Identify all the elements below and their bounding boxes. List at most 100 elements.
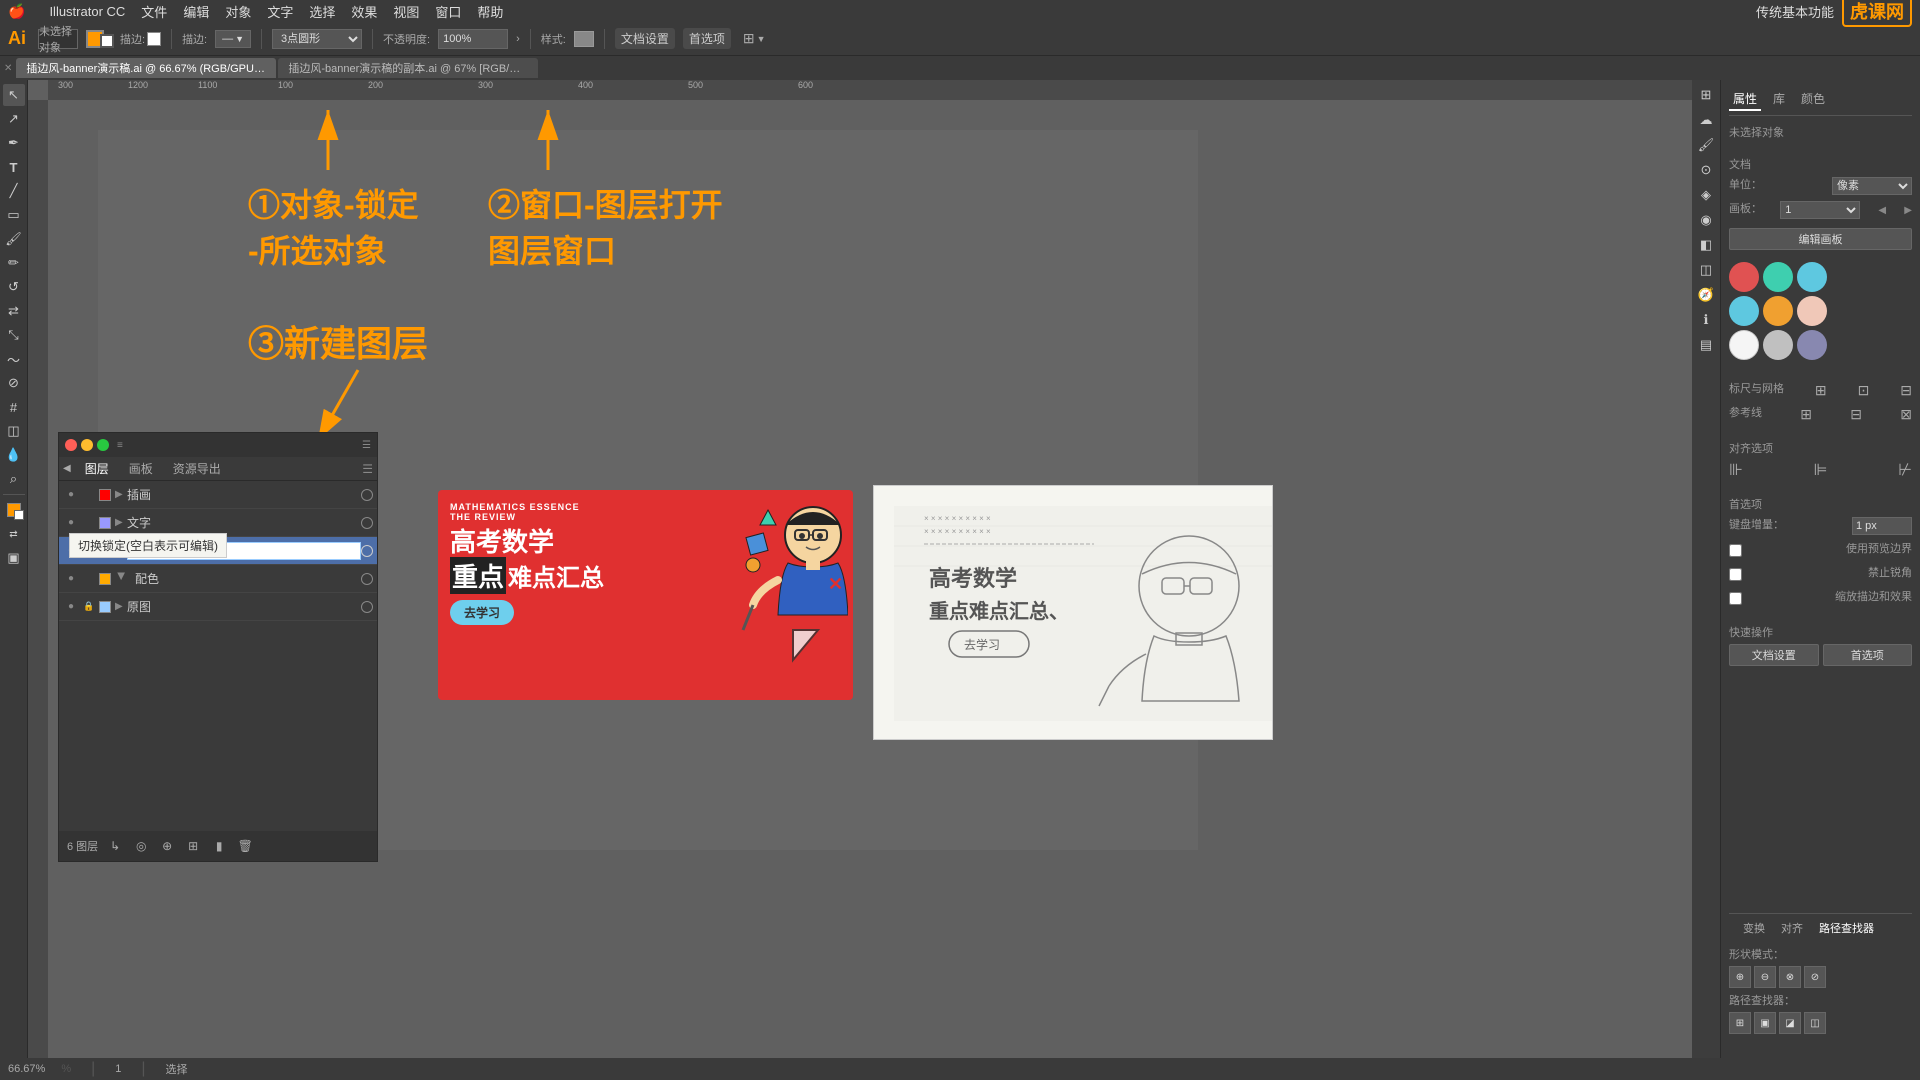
layers-new-sublayer-btn[interactable]: ⊕ [158, 837, 176, 855]
align-right-icon[interactable]: ⊬ [1898, 460, 1912, 480]
shape-mode-exclude[interactable]: ⊘ [1804, 966, 1826, 988]
menu-window[interactable]: 窗口 [435, 2, 461, 21]
gradient-panel-icon[interactable]: ◧ [1695, 234, 1717, 256]
layer-5-lock[interactable]: 🔒 [81, 599, 97, 615]
layer-3-name-input[interactable] [127, 542, 361, 560]
fill-stroke-control[interactable]: 描边: [86, 30, 161, 48]
layers-tab-export[interactable]: 资源导出 [167, 458, 227, 479]
layer-5-visibility[interactable]: ● [63, 599, 79, 615]
warp-tool[interactable]: 〜 [3, 348, 25, 370]
screen-mode-tool[interactable]: ▣ [3, 547, 25, 569]
cc-libraries-icon[interactable]: ☁ [1695, 109, 1717, 131]
menu-edit[interactable]: 编辑 [183, 2, 209, 21]
properties-tab[interactable]: 属性 [1729, 88, 1761, 111]
layer-row-4[interactable]: ● ▶ 配色 [59, 565, 377, 593]
layer-1-lock[interactable] [81, 487, 97, 503]
arrange-controls[interactable]: ⊞ ▼ [743, 30, 766, 47]
shape-selector[interactable]: 3点圆形 [272, 29, 362, 49]
swap-colors-icon[interactable]: ⇄ [3, 523, 25, 545]
pen-tool[interactable]: ✒ [3, 132, 25, 154]
layers-delete-btn[interactable]: 🗑 [236, 837, 254, 855]
layers-new-layer-btn[interactable]: ⊞ [184, 837, 202, 855]
swatch-cyan[interactable] [1729, 296, 1759, 326]
guides-remove-icon[interactable]: ⊟ [1850, 406, 1862, 423]
layers-make-clipping-btn[interactable]: ↳ [106, 837, 124, 855]
layers-menu-icon[interactable]: ☰ [362, 462, 373, 476]
swatch-red[interactable] [1729, 262, 1759, 292]
guides-add-icon[interactable]: ⊞ [1800, 406, 1812, 423]
layer-4-expand[interactable]: ▶ [116, 573, 127, 585]
apple-menu[interactable]: 🍎 [8, 3, 25, 20]
navigator-icon[interactable]: 🧭 [1695, 284, 1717, 306]
layers-tab-boards[interactable]: 画板 [123, 458, 159, 479]
layer-4-visibility[interactable]: ● [63, 571, 79, 587]
layers-toggle-icon[interactable]: ◀ [63, 463, 71, 474]
direct-selection-tool[interactable]: ↗ [3, 108, 25, 130]
pf-divide-btn[interactable]: ⊞ [1729, 1012, 1751, 1034]
layers-max-btn[interactable] [97, 439, 109, 451]
color-tab[interactable]: 颜色 [1797, 88, 1829, 111]
layers-options-icon[interactable]: ☰ [362, 440, 371, 451]
align-left-icon[interactable]: ⊪ [1729, 460, 1743, 480]
pencil-tool[interactable]: ✏ [3, 252, 25, 274]
menu-text[interactable]: 文字 [267, 2, 293, 21]
selection-tool[interactable]: ↖ [3, 84, 25, 106]
artboard-prev-icon[interactable]: ◀ [1878, 205, 1886, 216]
grid-dots-icon[interactable]: ⊡ [1858, 382, 1870, 399]
swatch-orange[interactable] [1763, 296, 1793, 326]
transform-tab[interactable]: 变换 [1737, 918, 1771, 938]
menu-effect[interactable]: 效果 [351, 2, 377, 21]
transparency-icon[interactable]: ◫ [1695, 259, 1717, 281]
scale-tool[interactable]: ⤡ [3, 324, 25, 346]
align-center-h-icon[interactable]: ⊫ [1814, 460, 1828, 480]
layer-row-1[interactable]: ● ▶ 插画 [59, 481, 377, 509]
shape-mode-intersect[interactable]: ⊗ [1779, 966, 1801, 988]
layer-row-5[interactable]: ● 🔒 ▶ 原图 [59, 593, 377, 621]
rect-tool[interactable]: ▭ [3, 204, 25, 226]
graphic-styles-icon[interactable]: ◈ [1695, 184, 1717, 206]
appear-icon[interactable]: ◉ [1695, 209, 1717, 231]
fill-color-tool[interactable] [3, 499, 25, 521]
layer-2-lock[interactable] [81, 515, 97, 531]
line-tool[interactable]: ╱ [3, 180, 25, 202]
brush-icon[interactable]: 🖌 [1695, 134, 1717, 156]
layer-2-visibility[interactable]: ● [63, 515, 79, 531]
shape-mode-unite[interactable]: ⊕ [1729, 966, 1751, 988]
grid-lines-icon[interactable]: ⊟ [1900, 382, 1912, 399]
layer-4-target[interactable] [361, 573, 373, 585]
gradient-tool[interactable]: ◫ [3, 420, 25, 442]
round-corners-checkbox[interactable] [1729, 568, 1742, 581]
layer-3-expand[interactable]: ▶ [115, 545, 127, 556]
zoom-level[interactable]: 66.67% [8, 1063, 45, 1075]
keyboard-input[interactable] [1852, 517, 1912, 535]
artboard-next-icon[interactable]: ▶ [1904, 205, 1912, 216]
grid-options-icon[interactable]: ⊞ [1815, 382, 1827, 399]
stroke-width-control[interactable]: — ▼ [215, 30, 251, 48]
quick-doc-settings-btn[interactable]: 文档设置 [1729, 644, 1819, 666]
layers-tab-layers[interactable]: 图层 [79, 458, 115, 479]
swatch-teal[interactable] [1763, 262, 1793, 292]
libraries-tab[interactable]: 库 [1769, 88, 1789, 111]
type-tool[interactable]: T [3, 156, 25, 178]
guides-clear-icon[interactable]: ⊠ [1900, 406, 1912, 423]
preferences-btn[interactable]: 首选项 [683, 28, 731, 49]
pf-merge-btn[interactable]: ◪ [1779, 1012, 1801, 1034]
rotate-tool[interactable]: ↺ [3, 276, 25, 298]
style-swatch[interactable] [574, 31, 594, 47]
layers-locate-btn[interactable]: ◎ [132, 837, 150, 855]
zoom-tool[interactable]: ⌕ [3, 468, 25, 490]
layers-collapse-icon[interactable]: ≡ [117, 440, 123, 451]
quick-preferences-btn[interactable]: 首选项 [1823, 644, 1913, 666]
menu-illustrator[interactable]: Illustrator CC [49, 4, 125, 19]
mesh-tool[interactable]: # [3, 396, 25, 418]
layer-3-visibility[interactable]: ● [63, 543, 79, 559]
workspace-selector[interactable]: 传统基本功能 [1756, 2, 1834, 21]
layer-1-expand[interactable]: ▶ [115, 489, 127, 500]
layers-min-btn[interactable] [81, 439, 93, 451]
swatch-purple[interactable] [1797, 330, 1827, 360]
artboard-select[interactable]: 1 [1780, 201, 1860, 219]
layer-5-target[interactable] [361, 601, 373, 613]
shape-mode-minus[interactable]: ⊖ [1754, 966, 1776, 988]
symbols-icon[interactable]: ⊙ [1695, 159, 1717, 181]
unit-select[interactable]: 像素 [1832, 177, 1912, 195]
